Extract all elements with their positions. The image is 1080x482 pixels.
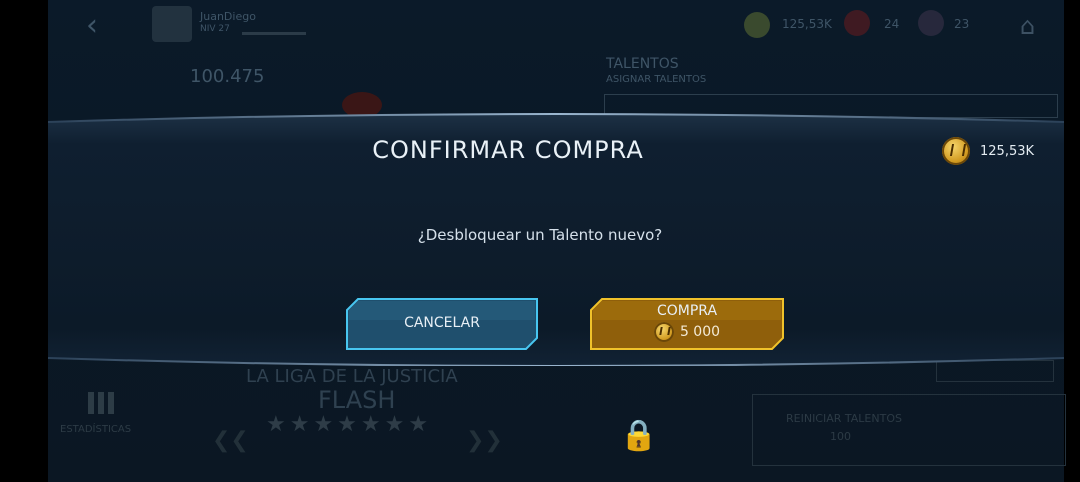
buy-label: COMPRA [656,303,718,319]
back-arrow-icon[interactable]: ‹ [86,8,106,44]
player-name: JuanDiego [200,10,256,23]
energy-icon-bg [844,10,870,36]
player-level: NIV 27 [200,24,230,34]
talents-subtitle: ASIGNAR TALENTOS [606,74,707,85]
currency-display: 125,53K [942,137,1034,165]
buy-price: 5 000 [590,322,784,342]
lock-icon: 🔒 [620,418,658,453]
bg-currency-value: 125,53K [782,17,832,31]
hero-name: FLASH [318,386,396,414]
currency-icon-bg [744,12,770,38]
coin-icon [942,137,970,165]
talent-reset-label: REINICIAR TALENTOS [786,412,902,425]
bg-energy-value: 24 [884,17,900,31]
unlock-talent-question: ¿Desbloquear un Talento nuevo? [417,226,663,244]
talent-reset-panel[interactable] [752,394,1066,466]
xp-bar [242,32,306,35]
prev-arrows-icon[interactable]: ❮❮ [212,428,249,453]
coin-icon [653,322,674,342]
bg-shield-value: 23 [954,17,970,31]
stats-icon[interactable] [88,392,118,414]
player-avatar[interactable] [152,6,192,42]
power-value: 100.475 [190,66,265,87]
currency-value: 125,53K [980,143,1035,159]
star-rating: ★★★★★★★ [266,412,433,437]
cancel-label: CANCELAR [404,315,480,331]
home-icon[interactable]: ⌂ [1020,12,1048,40]
dialog-title: CONFIRMAR COMPRA [372,136,644,164]
cancel-button[interactable]: CANCELAR [346,298,538,350]
stats-label: ESTADÍSTICAS [60,424,132,435]
shield-icon-bg [918,10,944,36]
buy-button[interactable]: COMPRA 5 000 [590,298,784,350]
buy-price-value: 5 000 [679,324,721,340]
talent-reset-value: 100 [830,430,851,443]
team-label: LA LIGA DE LA JUSTICIA [246,366,458,387]
talents-title: TALENTOS [606,56,679,72]
next-arrows-icon[interactable]: ❯❯ [466,428,503,453]
